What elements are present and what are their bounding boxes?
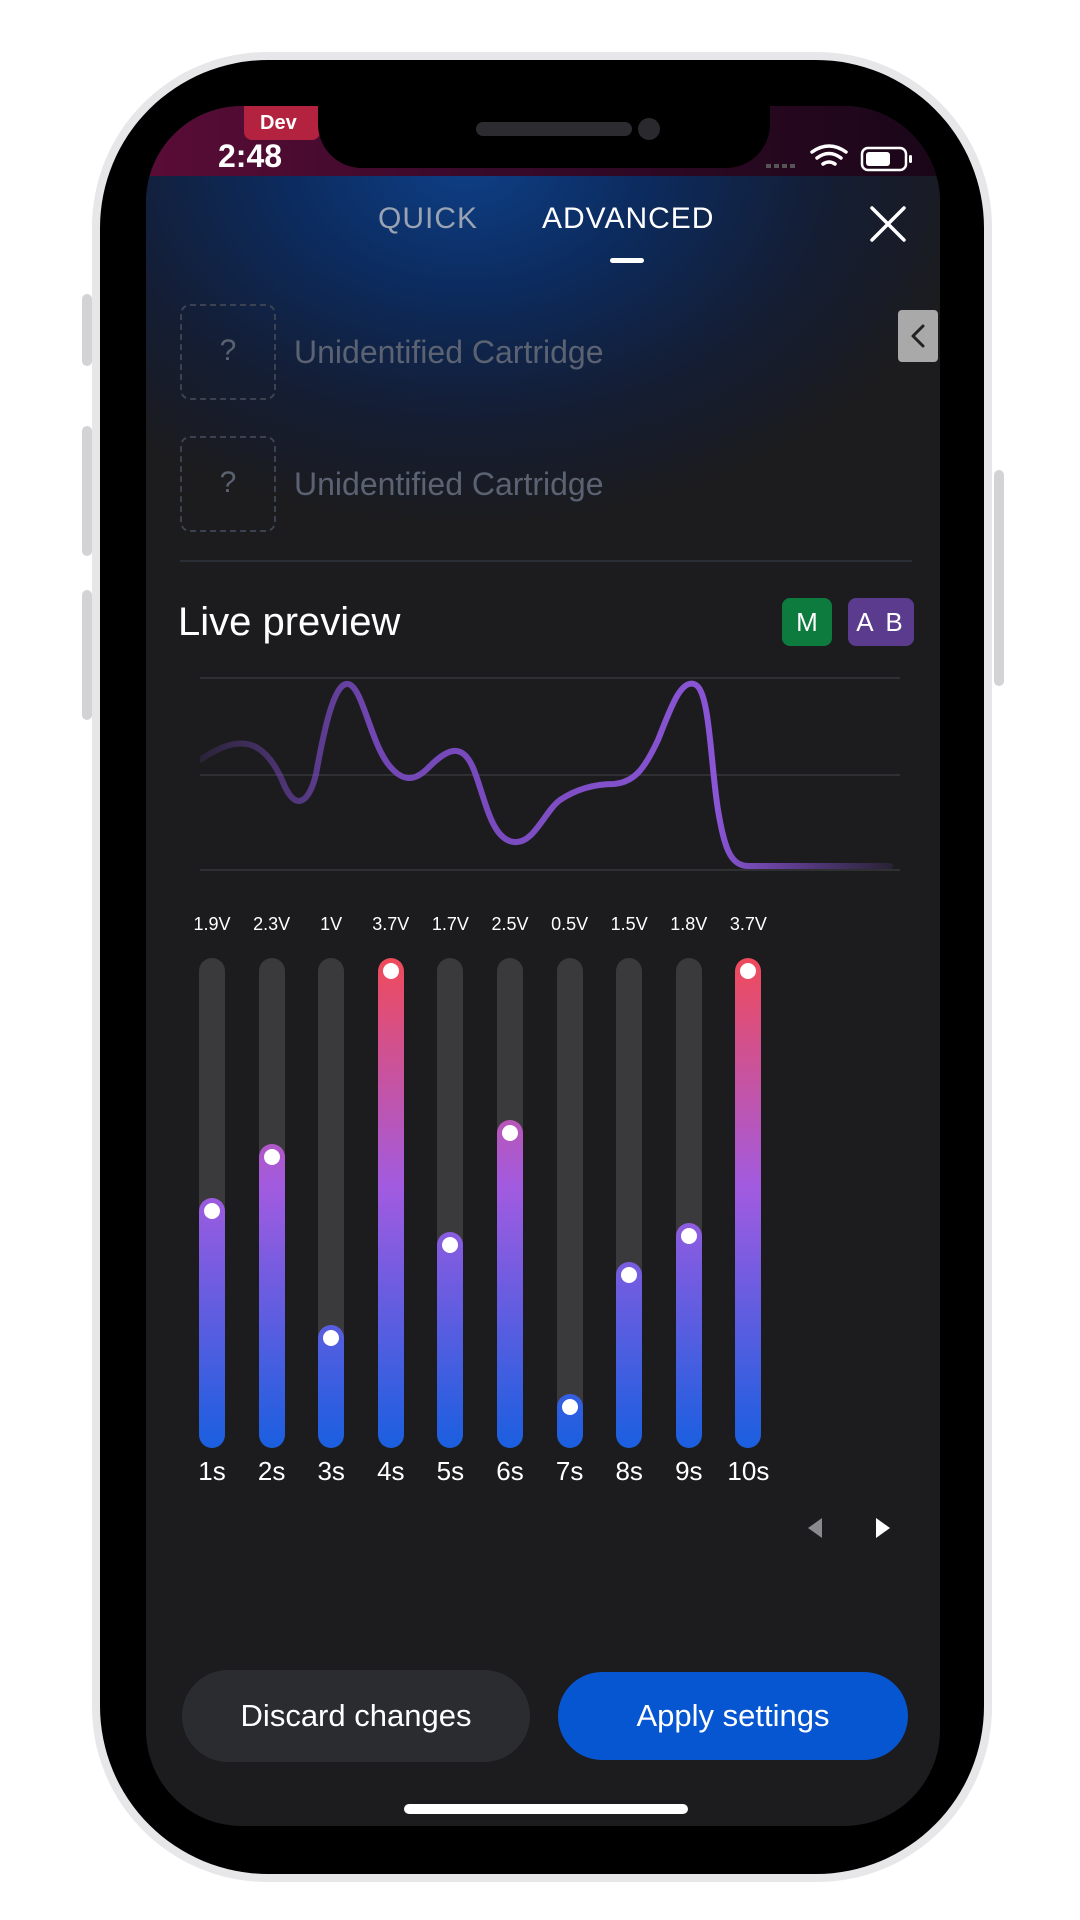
slider-voltage-label: 1.8V <box>670 914 708 934</box>
power-button <box>994 470 1004 686</box>
live-preview-title: Live preview <box>178 600 401 644</box>
slider-voltage-label: 1.5V <box>610 914 648 934</box>
section-divider <box>180 560 912 562</box>
slider-voltage-label: 3.7V <box>372 914 410 934</box>
live-preview-waveform <box>200 677 900 871</box>
notch <box>318 106 770 168</box>
voltage-slider-fill <box>497 1120 523 1448</box>
slider-voltage-label: 2.5V <box>491 914 529 934</box>
voltage-slider-track[interactable] <box>258 958 285 1448</box>
voltage-slider-fill <box>199 1198 225 1448</box>
voltage-slider-knob[interactable] <box>204 1203 220 1219</box>
active-tab-indicator <box>610 258 644 263</box>
voltage-slider-track[interactable] <box>318 958 345 1448</box>
voltage-slider-fill <box>616 1262 643 1448</box>
mode-m-badge[interactable]: M <box>782 598 832 646</box>
voltage-slider-fill <box>258 1144 285 1448</box>
slider-time-label: 6s <box>496 1456 524 1486</box>
front-camera <box>638 118 660 140</box>
voltage-slider-knob[interactable] <box>561 1399 578 1415</box>
dev-badge: Dev <box>244 106 320 140</box>
close-icon[interactable] <box>868 204 908 244</box>
voltage-slider-track[interactable] <box>437 958 464 1448</box>
apply-settings-button[interactable]: Apply settings <box>558 1672 908 1760</box>
slider-time-label: 7s <box>555 1456 584 1486</box>
cartridge-label-1[interactable]: Unidentified Cartridge <box>294 334 604 371</box>
voltage-slider-track[interactable] <box>675 958 702 1448</box>
volume-up-button <box>82 426 92 556</box>
slider-time-label: 3s <box>317 1456 345 1486</box>
cartridge-label-2[interactable]: Unidentified Cartridge <box>294 466 604 503</box>
tab-advanced[interactable]: ADVANCED <box>542 202 714 236</box>
discard-changes-button[interactable]: Discard changes <box>182 1670 530 1762</box>
triangle-left-icon <box>808 1518 822 1538</box>
slider-voltage-label: 1V <box>320 914 343 934</box>
voltage-slider-track[interactable] <box>556 958 583 1448</box>
cartridge-slot-1-icon[interactable]: ? <box>180 304 276 400</box>
app-screen: QUICK ADVANCED ? Unidentified Cartridge … <box>146 106 940 1826</box>
voltage-slider-track[interactable] <box>199 958 225 1448</box>
mode-ab-badge[interactable]: A B <box>848 598 914 646</box>
signal-icon <box>766 164 795 168</box>
cartridge-slot-2-icon[interactable]: ? <box>180 436 276 532</box>
speaker-grille <box>476 122 632 136</box>
voltage-slider-knob[interactable] <box>382 963 399 979</box>
slider-voltage-label: 1.7V <box>431 914 469 934</box>
collapse-panel-button[interactable] <box>898 310 938 362</box>
home-indicator <box>404 1804 688 1814</box>
status-icons <box>766 142 920 179</box>
slider-voltage-label: 2.3V <box>253 914 291 934</box>
slider-time-label: 4s <box>377 1456 405 1486</box>
next-page-button[interactable] <box>872 1516 892 1545</box>
status-time: 2:48 <box>218 138 283 174</box>
voltage-slider-track[interactable] <box>377 958 404 1448</box>
voltage-slider-knob[interactable] <box>680 1228 697 1244</box>
voltage-slider-fill <box>675 1223 702 1448</box>
chevron-left-icon <box>911 324 925 348</box>
voltage-slider-fill <box>735 958 762 1448</box>
slider-time-label: 10s <box>727 1456 770 1486</box>
voltage-slider-track[interactable] <box>497 958 523 1448</box>
voltage-slider-knob[interactable] <box>502 1125 518 1141</box>
tab-quick[interactable]: QUICK <box>378 202 478 236</box>
slider-voltage-label: 0.5V <box>551 914 589 934</box>
voltage-slider-fill <box>437 1232 464 1448</box>
voltage-slider-knob[interactable] <box>263 1149 280 1165</box>
voltage-slider-track[interactable] <box>616 958 643 1448</box>
slider-time-label: 1s <box>198 1456 226 1486</box>
mute-switch <box>82 294 92 366</box>
voltage-slider-track[interactable] <box>735 958 762 1448</box>
prev-page-button[interactable] <box>806 1516 826 1545</box>
slider-voltage-label: 3.7V <box>729 914 767 934</box>
volume-down-button <box>82 590 92 720</box>
wifi-icon <box>810 144 848 166</box>
voltage-slider-fill <box>377 958 404 1448</box>
slider-time-label: 5s <box>436 1456 465 1486</box>
slider-time-label: 9s <box>675 1456 703 1486</box>
slider-time-label: 2s <box>257 1456 286 1486</box>
triangle-right-icon <box>876 1518 890 1538</box>
slider-time-label: 8s <box>615 1456 643 1486</box>
battery-icon <box>860 146 912 172</box>
slider-voltage-label: 1.9V <box>193 914 231 934</box>
